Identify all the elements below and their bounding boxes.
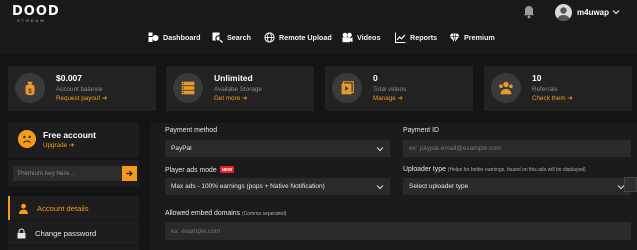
arrow-right-icon (126, 170, 133, 177)
user-avatar-icon (557, 7, 570, 21)
sidebar-item-account-details[interactable]: Account details (8, 196, 139, 220)
player-ads-select[interactable]: Max ads - 100% earnings (pops + Native N… (165, 178, 390, 195)
account-type-title: Free account (43, 130, 96, 140)
doodstream-logo[interactable]: DOOD STREAM (12, 4, 60, 23)
chart-icon (395, 32, 406, 43)
nav-dashboard[interactable]: Dashboard (148, 30, 201, 44)
premium-key-input[interactable] (13, 166, 122, 181)
nav-videos[interactable]: Videos (342, 30, 380, 44)
videos-icon (332, 73, 362, 103)
avatar[interactable] (555, 4, 572, 21)
premium-submit-button[interactable] (122, 166, 137, 181)
sidebar-item-next[interactable] (8, 246, 139, 250)
storage-label: Availabe Storage (214, 86, 262, 93)
account-balance-label: Account balance (56, 86, 103, 93)
player-ads-value: Max ads - 100% earnings (pops + Native N… (171, 183, 325, 190)
globe-icon (264, 31, 275, 43)
uploader-type-hint: (Helps for better earnings, based on thi… (447, 167, 586, 173)
card-referrals: 10 Referrals Check them ➔ (484, 66, 632, 111)
nav-remote-upload[interactable]: Remote Upload (264, 30, 332, 44)
bell-icon[interactable] (523, 5, 535, 19)
request-payout-link[interactable]: Request payout ➔ (56, 95, 107, 102)
account-balance-value: $0.007 (56, 73, 82, 83)
embed-domains-label: Allowed embed domains (Comma seperated) (165, 210, 287, 217)
chevron-down-icon[interactable] (611, 7, 621, 17)
referrals-value: 10 (532, 73, 542, 83)
lock-icon (17, 227, 26, 238)
check-them-link[interactable]: Check them ➔ (532, 95, 573, 102)
chevron-down-icon (376, 147, 384, 152)
sidebar-item-label: Change password (35, 228, 97, 238)
uploader-type-value: Select uploader type (409, 183, 469, 190)
svg-text:$: $ (28, 88, 32, 95)
user-icon (19, 203, 28, 214)
total-videos-label: Total videos (373, 86, 407, 93)
embed-domains-placeholder: ex: example.com (171, 227, 221, 235)
new-badge: NEW (219, 166, 235, 173)
payment-id-input[interactable]: ex: paypal-email@example.com (403, 140, 631, 157)
uploader-type-select[interactable]: Select uploader type (403, 178, 631, 195)
card-account-balance: $ $0.007 Account balance Request payout … (8, 66, 156, 111)
sidebar-item-label: Account details (37, 203, 89, 213)
nav-search[interactable]: Search (212, 30, 251, 44)
embed-domains-input[interactable]: ex: example.com (165, 222, 631, 240)
scroll-handle[interactable] (624, 177, 637, 192)
nav-label: Remote Upload (279, 32, 332, 42)
storage-icon (173, 73, 203, 103)
payment-method-value: PayPal (171, 145, 192, 152)
manage-link[interactable]: Manage ➔ (373, 95, 403, 102)
account-type-panel: Free account Upgrade ➔ (8, 123, 139, 157)
card-total-videos: 0 Total videos Manage ➔ (325, 66, 473, 111)
dashboard-icon (148, 32, 159, 42)
logo-word: DOOD (12, 4, 60, 19)
search-icon (212, 32, 223, 43)
nav-label: Premium (464, 32, 495, 42)
main-nav: Dashboard Search Remote Upload Videos Re… (0, 30, 637, 46)
referrals-icon (491, 73, 521, 103)
embed-domains-hint: (Comma seperated) (242, 211, 287, 217)
sidebar-item-change-password[interactable]: Change password (8, 221, 139, 245)
nav-reports[interactable]: Reports (395, 30, 437, 44)
referrals-label: Referrals (532, 86, 558, 93)
nav-label: Dashboard (163, 32, 201, 42)
nav-label: Reports (410, 32, 438, 42)
uploader-type-label: Uploader type (Helps for better earnings… (403, 166, 586, 173)
player-ads-label: Player ads mode NEW (165, 166, 235, 174)
nav-label: Search (227, 32, 251, 42)
payment-id-placeholder: ex: paypal-email@example.com (409, 145, 502, 152)
payment-method-select[interactable]: PayPal (165, 140, 390, 157)
storage-value: Unlimited (214, 73, 253, 83)
sad-face-icon (18, 130, 36, 148)
diamond-icon (449, 32, 460, 42)
upgrade-link[interactable]: Upgrade ➔ (43, 142, 74, 149)
premium-key-panel (8, 160, 139, 187)
get-more-link[interactable]: Get more ➔ (214, 95, 247, 102)
nav-premium[interactable]: Premium (449, 30, 495, 44)
payment-id-label: Payment ID (403, 127, 439, 134)
total-videos-value: 0 (373, 73, 378, 83)
money-bag-icon: $ (15, 73, 45, 103)
payment-method-label: Payment method (165, 127, 218, 134)
chevron-down-icon (376, 185, 384, 190)
nav-label: Videos (357, 32, 381, 42)
card-storage: Unlimited Availabe Storage Get more ➔ (166, 66, 314, 111)
video-icon (342, 32, 353, 42)
username[interactable]: m4uwap (577, 8, 609, 17)
top-bar: DOOD STREAM m4uwap Dashboard Search Remo… (0, 0, 637, 54)
